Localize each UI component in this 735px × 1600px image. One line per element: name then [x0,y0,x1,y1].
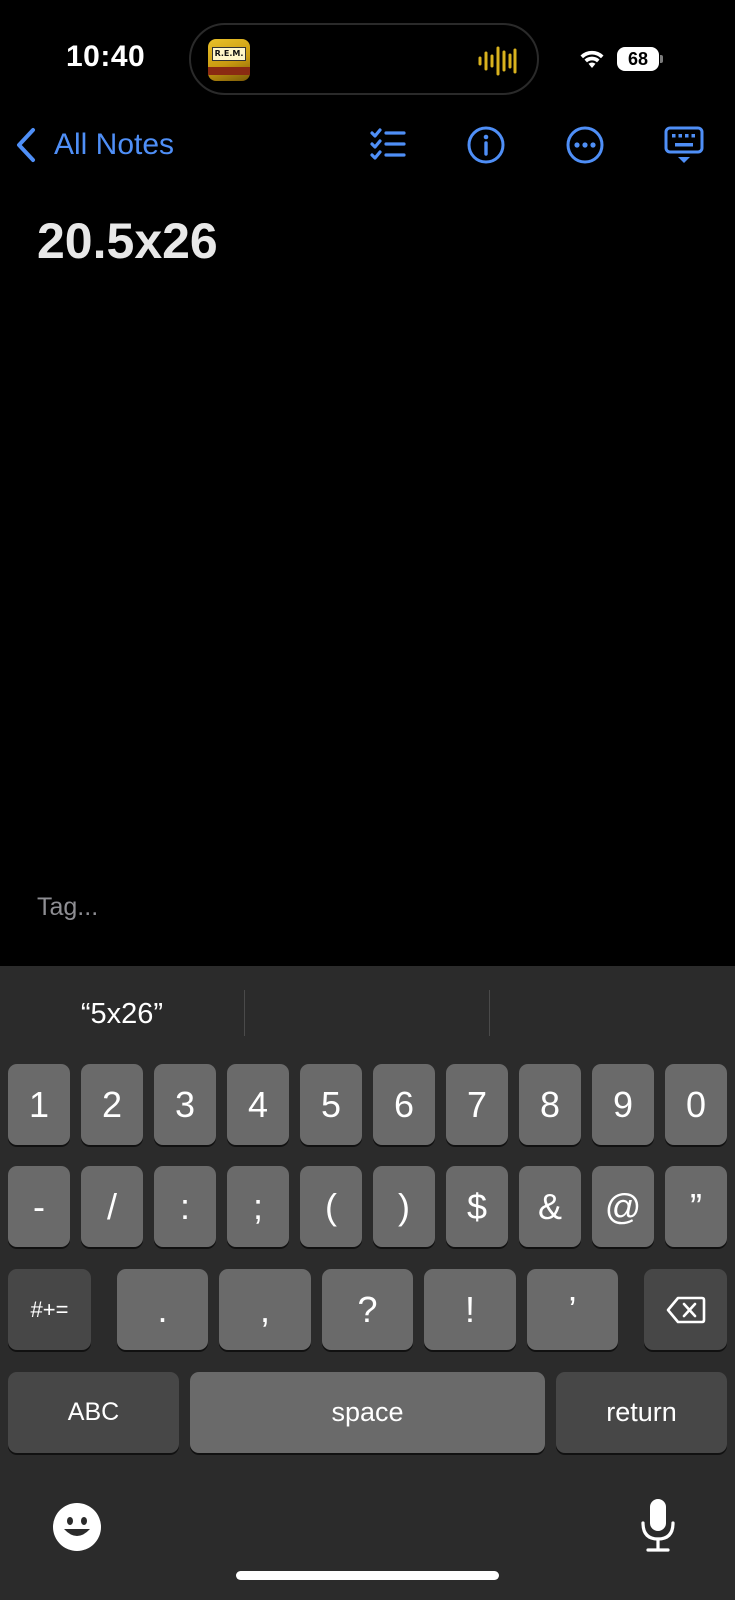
predictive-text-bar: “5x26” [0,966,735,1056]
emoji-icon [53,1503,101,1551]
back-label: All Notes [54,128,175,161]
backspace-icon [666,1296,705,1323]
keyboard: “5x26” 1 2 3 4 5 6 7 8 9 0 - / : ; ( ) $… [0,966,735,1600]
suggestion-3[interactable] [490,966,734,1056]
info-icon [467,126,505,164]
checklist-button[interactable] [366,123,410,167]
delete-key[interactable] [644,1269,727,1350]
chevron-left-icon [17,128,35,162]
key[interactable]: 4 [227,1064,289,1145]
key[interactable]: 6 [373,1064,435,1145]
note-title[interactable]: 20.5x26 [37,212,218,270]
status-bar: 10:40 R.E.M. 68 [0,0,735,110]
note-navigation-bar: All Notes [0,110,735,180]
key[interactable]: - [8,1166,70,1247]
key[interactable]: ’ [527,1269,618,1350]
battery-level: 68 [617,47,659,71]
key[interactable]: $ [446,1166,508,1247]
key[interactable]: ” [665,1166,727,1247]
more-options-button[interactable] [563,123,607,167]
suggestion-1[interactable]: “5x26” [0,966,244,1056]
checklist-icon [370,128,406,160]
space-key[interactable]: space [190,1372,545,1453]
more-icon [566,126,604,164]
key[interactable]: ? [322,1269,413,1350]
key[interactable]: 2 [81,1064,143,1145]
key[interactable]: 0 [665,1064,727,1145]
key[interactable]: & [519,1166,581,1247]
key[interactable]: @ [592,1166,654,1247]
dismiss-keyboard-button[interactable] [662,123,706,167]
battery-indicator: 68 [617,47,663,71]
key[interactable]: . [117,1269,208,1350]
key[interactable]: 5 [300,1064,362,1145]
keyboard-dismiss-icon [664,126,704,163]
symbols-toggle-key[interactable]: #+= [8,1269,91,1350]
album-art-text: R.E.M. [212,47,246,61]
audio-waveform-icon [478,46,517,76]
key[interactable]: 1 [8,1064,70,1145]
return-key[interactable]: return [556,1372,727,1453]
key[interactable]: 7 [446,1064,508,1145]
key[interactable]: / [81,1166,143,1247]
album-art: R.E.M. [208,39,250,81]
suggestion-2[interactable] [245,966,489,1056]
tag-input[interactable]: Tag... [37,893,98,922]
key[interactable]: : [154,1166,216,1247]
key[interactable]: ! [424,1269,516,1350]
key[interactable]: ; [227,1166,289,1247]
key[interactable]: 3 [154,1064,216,1145]
wifi-icon [580,50,604,68]
back-to-all-notes-button[interactable]: All Notes [14,124,174,166]
key[interactable]: , [219,1269,311,1350]
microphone-icon [641,1499,675,1552]
dictation-button[interactable] [638,1497,678,1553]
abc-key[interactable]: ABC [8,1372,179,1453]
emoji-button[interactable] [52,1502,102,1552]
key[interactable]: 8 [519,1064,581,1145]
home-indicator[interactable] [236,1571,499,1580]
key[interactable]: ( [300,1166,362,1247]
info-button[interactable] [464,123,508,167]
key[interactable]: ) [373,1166,435,1247]
status-time: 10:40 [66,40,146,73]
key[interactable]: 9 [592,1064,654,1145]
dynamic-island-now-playing[interactable]: R.E.M. [189,23,539,95]
